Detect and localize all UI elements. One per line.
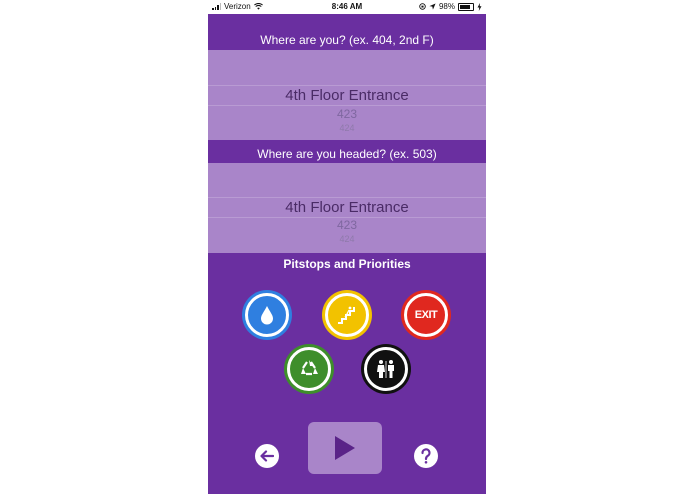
destination-option[interactable]: 423 <box>208 218 486 232</box>
stairs-icon <box>338 306 355 324</box>
water-fountain-button[interactable] <box>242 290 292 340</box>
status-bar: Verizon 8:46 AM 98% <box>208 0 486 14</box>
back-button[interactable] <box>255 444 279 468</box>
orientation-lock-icon <box>419 3 426 10</box>
origin-prompt: Where are you? (ex. 404, 2nd F) <box>260 33 434 47</box>
destination-option[interactable]: 424 <box>208 234 486 244</box>
exit-button[interactable]: EXIT <box>401 290 451 340</box>
play-icon <box>335 436 355 460</box>
restroom-icon <box>377 360 394 378</box>
origin-picker[interactable]: 4th Floor Entrance 423 424 <box>208 50 486 140</box>
destination-selected-option[interactable]: 4th Floor Entrance <box>208 199 486 216</box>
start-navigation-button[interactable] <box>308 422 382 474</box>
arrow-left-icon <box>260 450 274 462</box>
recycle-icon <box>301 360 318 376</box>
origin-option[interactable]: 424 <box>208 123 486 133</box>
question-mark-icon <box>421 448 431 464</box>
water-drop-icon <box>261 306 273 325</box>
origin-selected-option[interactable]: 4th Floor Entrance <box>208 87 486 104</box>
destination-picker[interactable]: 4th Floor Entrance 423 424 <box>208 163 486 253</box>
app-screen: Verizon 8:46 AM 98% Where are you? (ex. … <box>208 0 486 494</box>
location-arrow-icon <box>429 3 436 10</box>
battery-percent: 98% <box>438 2 455 11</box>
origin-option[interactable]: 423 <box>208 107 486 121</box>
recycling-button[interactable] <box>284 344 334 394</box>
help-button[interactable] <box>414 444 438 468</box>
battery-icon <box>458 2 474 11</box>
restroom-button[interactable] <box>361 344 411 394</box>
pitstops-heading: Pitstops and Priorities <box>283 257 411 271</box>
destination-prompt: Where are you headed? (ex. 503) <box>257 147 437 161</box>
charging-bolt-icon <box>477 2 482 11</box>
exit-sign-icon: EXIT <box>414 309 438 321</box>
stairs-button[interactable] <box>322 290 372 340</box>
